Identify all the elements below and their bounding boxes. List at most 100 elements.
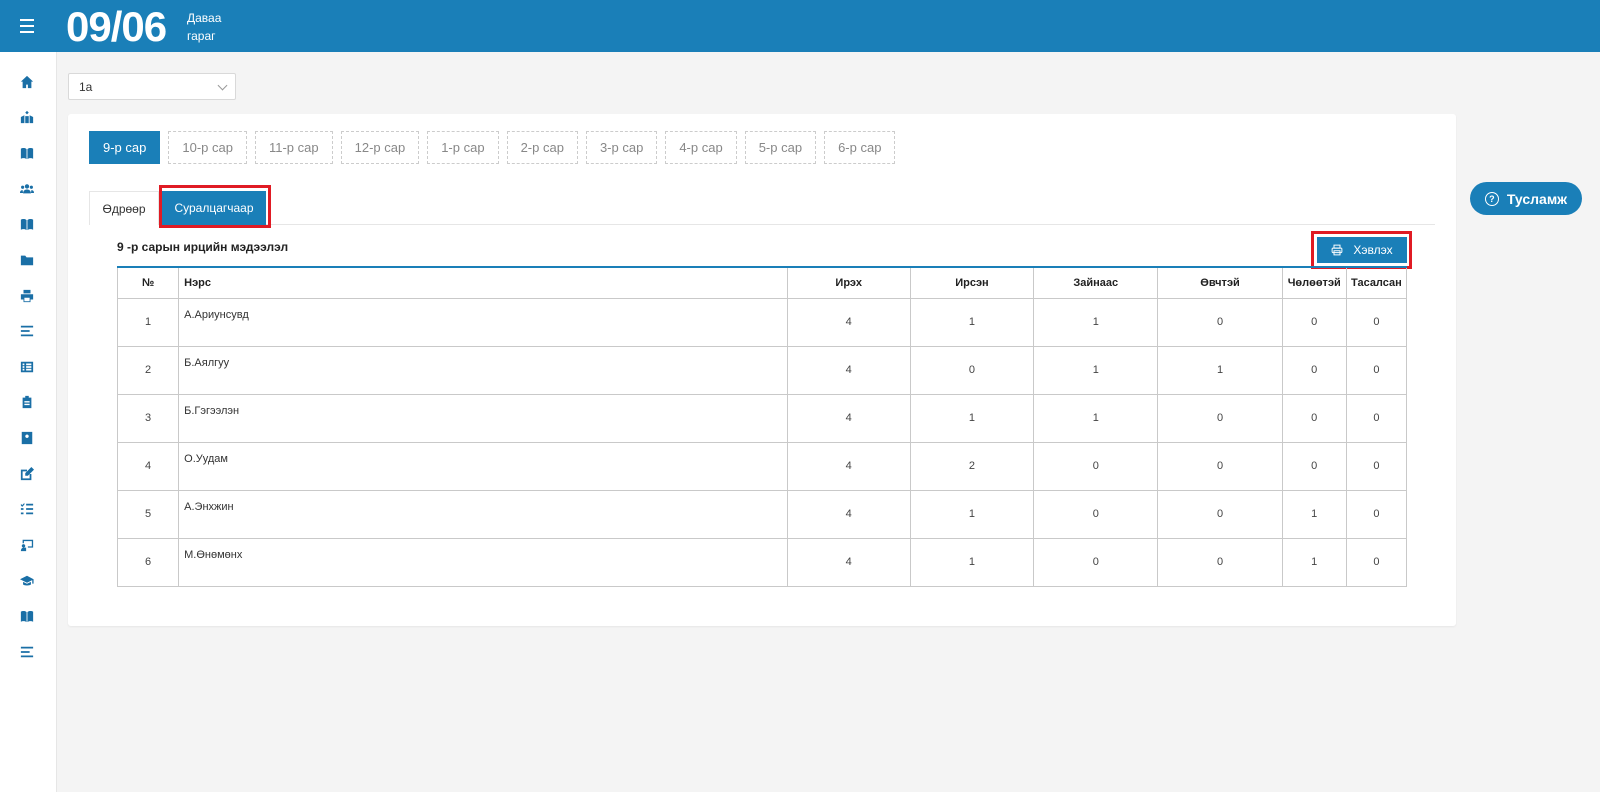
cell-excused: 1 [1281,537,1347,587]
cell-absent: 0 [1345,393,1408,443]
cell-excused: 0 [1281,393,1347,443]
list-alt-icon[interactable] [19,360,35,374]
cell-absent: 0 [1345,345,1408,395]
table-row: 1 А.Ариунсувд 4 1 1 0 0 0 [116,297,1408,347]
cell-sick: 0 [1157,393,1283,443]
table-row: 3 Б.Гэгээлэн 4 1 1 0 0 0 [116,393,1408,443]
col-header-remote: Зайнаас [1033,266,1159,299]
col-header-absent: Тасалсан [1345,266,1408,299]
table-row: 4 О.Уудам 4 2 0 0 0 0 [116,441,1408,491]
cell-name: М.Өнөмөнх [178,537,788,587]
list-icon[interactable] [19,324,35,338]
cell-remote: 0 [1033,441,1159,491]
class-select-value: 1а [79,80,93,94]
tab-by-day[interactable]: Өдрөөр [89,191,159,225]
help-button[interactable]: ? Тусламж [1470,182,1582,215]
home-icon[interactable] [19,75,35,89]
col-header-no: № [116,266,180,299]
teacher-icon[interactable] [19,538,35,552]
cell-name: О.Уудам [178,441,788,491]
cell-sick: 1 [1157,345,1283,395]
cell-absent: 0 [1345,489,1408,539]
folder-icon[interactable] [19,253,35,267]
cell-excused: 1 [1281,489,1347,539]
graduation-cap-icon[interactable] [19,574,35,588]
month-tab-1[interactable]: 1-р сар [427,131,499,164]
table-header-row: № Нэрс Ирэх Ирсэн Зайнаас Өвчтэй Чөлөөтэ… [116,266,1408,299]
users-icon[interactable] [19,182,35,196]
month-tab-10[interactable]: 10-р сар [168,131,247,164]
cell-no: 5 [116,489,180,539]
table-row: 5 А.Энхжин 4 1 0 0 1 0 [116,489,1408,539]
cell-expected: 4 [786,345,911,395]
cell-attended: 1 [909,393,1035,443]
cell-sick: 0 [1157,489,1283,539]
col-header-name: Нэрс [178,266,788,299]
month-tab-12[interactable]: 12-р сар [340,131,420,164]
month-tab-4[interactable]: 4-р сар [665,131,737,164]
cell-expected: 4 [786,537,911,587]
attendance-card: 9-р сар 10-р сар 11-р сар 12-р сар 1-р с… [68,114,1456,626]
printer-icon [1332,244,1343,256]
month-tab-11[interactable]: 11-р сар [254,131,333,164]
cell-name: А.Ариунсувд [178,297,788,347]
cell-remote: 1 [1033,345,1159,395]
cell-remote: 0 [1033,537,1159,587]
cell-excused: 0 [1281,345,1347,395]
chevron-down-icon [217,80,228,91]
month-tab-3[interactable]: 3-р сар [585,131,658,164]
print-button-label: Хэвлэх [1353,243,1393,257]
month-tabs: 9-р сар 10-р сар 11-р сар 12-р сар 1-р с… [89,131,896,164]
cell-excused: 0 [1281,297,1347,347]
cell-expected: 4 [786,441,911,491]
cell-excused: 0 [1281,441,1347,491]
table-row: 2 Б.Аялгуу 4 0 1 1 0 0 [116,345,1408,395]
id-card-icon[interactable] [19,431,35,445]
month-tab-9[interactable]: 9-р сар [89,131,161,164]
cell-sick: 0 [1157,441,1283,491]
cell-remote: 1 [1033,393,1159,443]
cell-absent: 0 [1345,297,1408,347]
col-header-excused: Чөлөөтэй [1281,266,1347,299]
cell-sick: 0 [1157,537,1283,587]
section-title: 9 -р сарын ирцийн мэдээлэл [117,240,289,254]
cell-no: 1 [116,297,180,347]
school-icon[interactable] [19,110,35,124]
cell-expected: 4 [786,393,911,443]
cell-name: А.Энхжин [178,489,788,539]
col-header-expected: Ирэх [786,266,911,299]
attendance-table: № Нэрс Ирэх Ирсэн Зайнаас Өвчтэй Чөлөөтэ… [116,266,1408,587]
cell-expected: 4 [786,297,911,347]
current-date: 09/06 [66,3,167,50]
edit-icon[interactable] [19,467,35,481]
clipboard-icon[interactable] [19,395,35,409]
weekday-line2: гараг [187,29,216,43]
month-tab-5[interactable]: 5-р сар [744,131,817,164]
table-row: 6 М.Өнөмөнх 4 1 0 0 1 0 [116,537,1408,587]
cell-attended: 1 [909,297,1035,347]
book-icon-2[interactable] [19,609,35,623]
hamburger-menu-icon[interactable] [14,13,40,39]
print-icon[interactable] [19,289,35,303]
cell-expected: 4 [786,489,911,539]
help-button-label: Тусламж [1506,190,1568,207]
cell-no: 6 [116,537,180,587]
month-tab-6[interactable]: 6-р сар [824,131,896,164]
cell-absent: 0 [1345,441,1408,491]
book-icon[interactable] [19,146,35,160]
cell-name: Б.Гэгээлэн [178,393,788,443]
task-list-icon[interactable] [19,502,35,516]
cell-remote: 1 [1033,297,1159,347]
book-open-icon[interactable] [19,217,35,231]
tab-by-student[interactable]: Суралцагчаар [162,191,266,225]
cell-attended: 2 [909,441,1035,491]
class-select[interactable]: 1а [68,73,236,100]
align-left-icon[interactable] [19,645,35,659]
cell-no: 4 [116,441,180,491]
cell-sick: 0 [1157,297,1283,347]
month-tab-2[interactable]: 2-р сар [506,131,578,164]
print-button[interactable]: Хэвлэх [1317,237,1407,263]
question-circle-icon: ? [1484,191,1499,206]
cell-attended: 1 [909,489,1035,539]
weekday-line1: Даваа [187,11,222,25]
